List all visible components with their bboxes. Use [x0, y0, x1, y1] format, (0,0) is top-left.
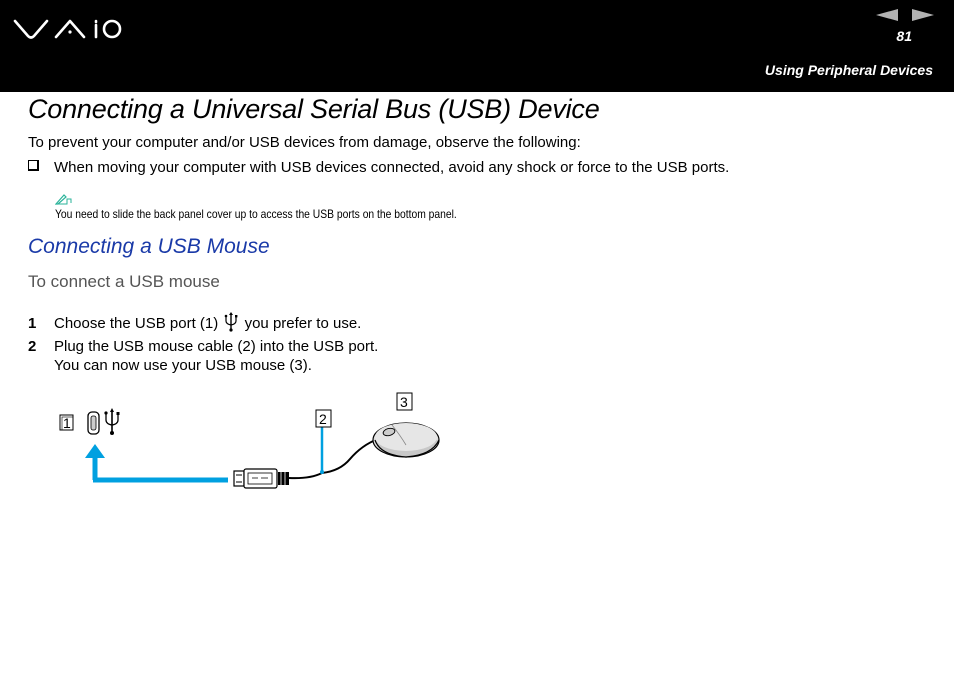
- previous-page-arrow-icon[interactable]: [876, 9, 898, 21]
- usb-symbol-icon: [104, 408, 120, 435]
- usb-mouse-connection-diagram: 1 2 3: [59, 392, 440, 489]
- step-text: Choose the USB port (1): [54, 315, 219, 332]
- procedure-title: To connect a USB mouse: [28, 272, 220, 291]
- step-number: 1: [28, 315, 37, 332]
- checkbox-bullet-icon: [28, 160, 39, 171]
- usb-port-icon: [87, 411, 100, 435]
- callout-2: 2: [315, 409, 332, 474]
- step-2: 2 Plug the USB mouse cable (2) into the U…: [28, 338, 378, 355]
- step-text: Plug the USB mouse cable (2) into the US…: [54, 338, 379, 355]
- bullet-text: When moving your computer with USB devic…: [54, 159, 730, 176]
- step-number: 2: [28, 338, 37, 355]
- step-1: 1 Choose the USB port (1) you prefer to u…: [28, 312, 361, 332]
- connection-arrow: [85, 444, 228, 483]
- intro-text: To prevent your computer and/or USB devi…: [28, 134, 581, 151]
- mouse-cable: [288, 438, 379, 480]
- step-2-line-2: You can now use your USB mouse (3).: [54, 357, 312, 374]
- callout-1: 1: [59, 414, 74, 431]
- note-text: You need to slide the back panel cover u…: [55, 207, 457, 221]
- page-title: Connecting a Universal Serial Bus (USB) …: [28, 94, 600, 124]
- next-page-arrow-icon[interactable]: [912, 9, 934, 21]
- step-text-continued: you prefer to use.: [244, 315, 362, 332]
- page-number: 81: [896, 28, 912, 44]
- callout-3: 3: [396, 392, 413, 411]
- usb-mouse: [372, 422, 440, 458]
- usb-symbol-icon: [225, 312, 238, 332]
- subsection-title: Connecting a USB Mouse: [28, 235, 270, 258]
- note-pencil-icon: [55, 194, 72, 205]
- usb-plug: [233, 468, 289, 489]
- callout-1-label: 1: [63, 415, 71, 431]
- bullet-item: When moving your computer with USB devic…: [28, 159, 729, 176]
- vaio-logo: [13, 19, 122, 39]
- page-header: 81 Using Peripheral Devices: [0, 0, 954, 92]
- section-name: Using Peripheral Devices: [764, 62, 933, 78]
- callout-2-label: 2: [319, 411, 327, 427]
- callout-3-label: 3: [400, 394, 408, 410]
